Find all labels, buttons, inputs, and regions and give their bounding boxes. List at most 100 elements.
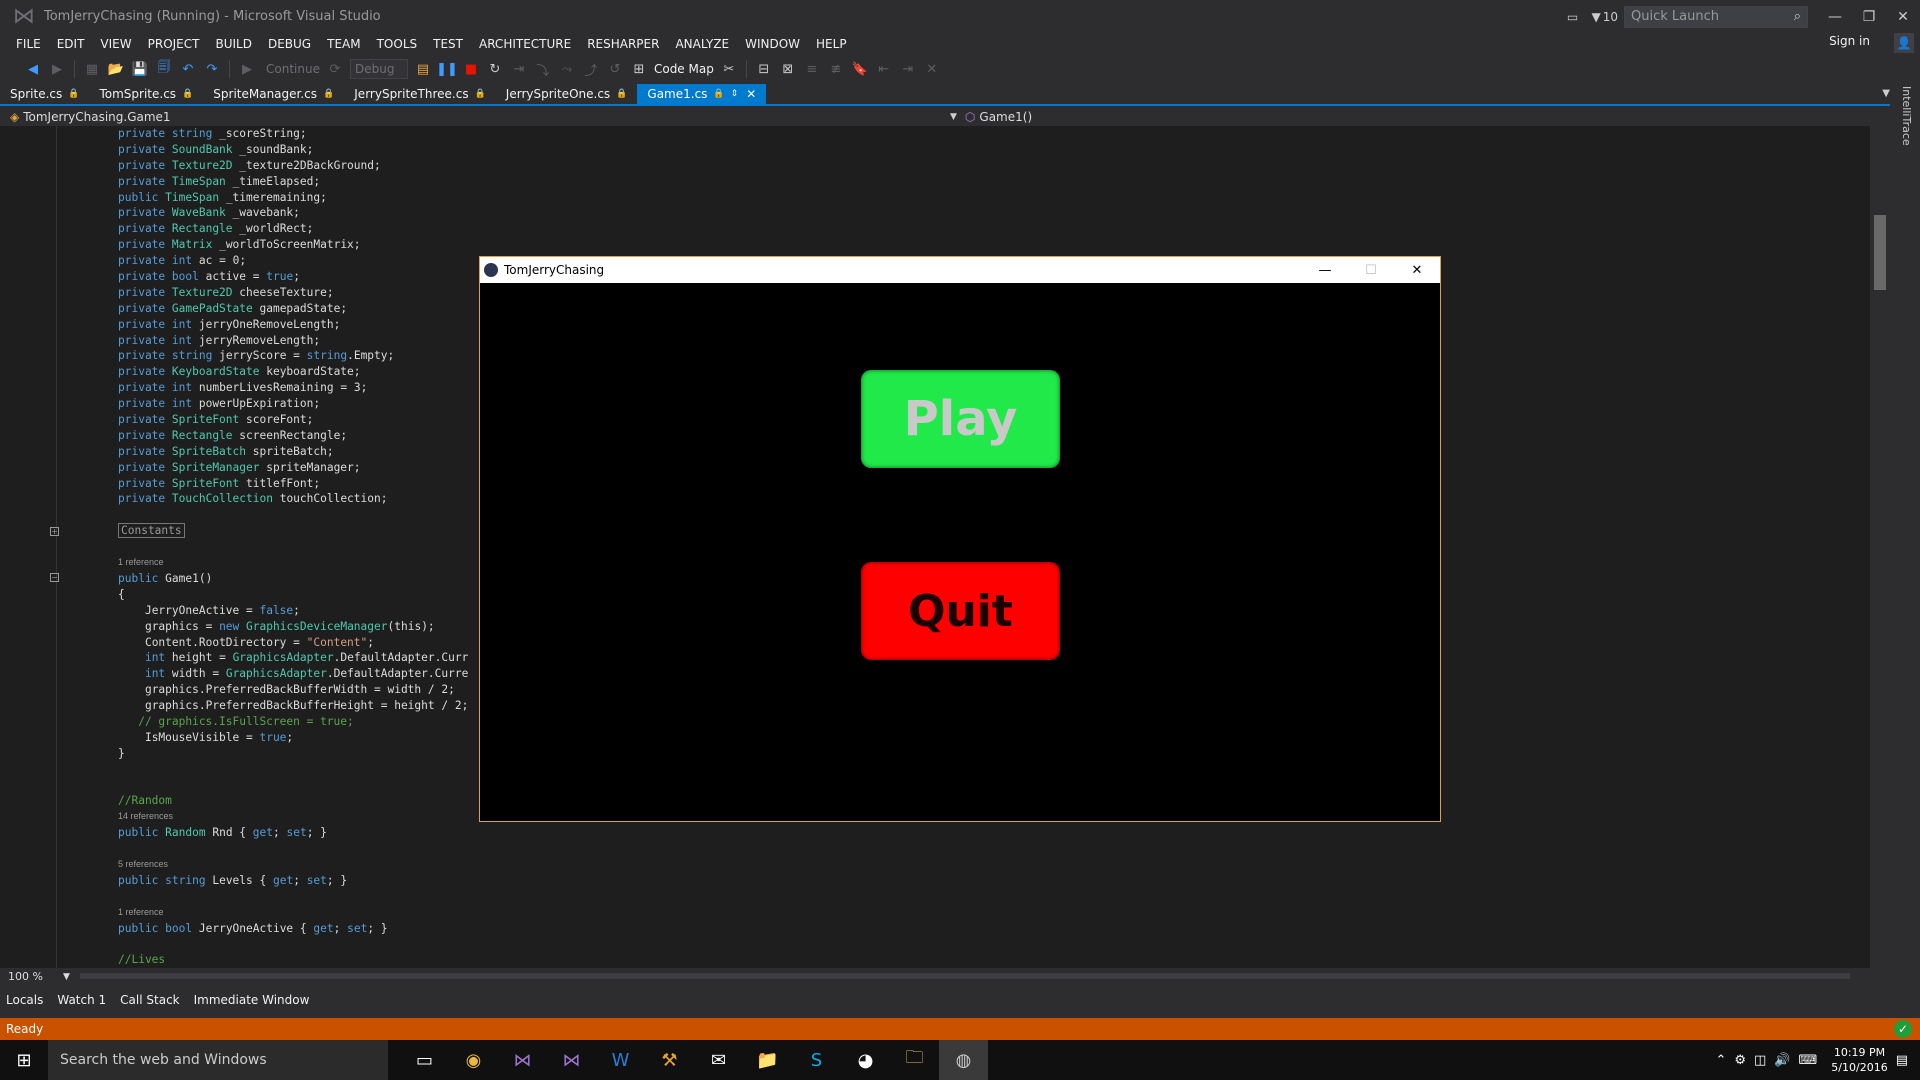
tab-immediate-window[interactable]: Immediate Window [194,993,310,1007]
user-account-icon[interactable]: 👤 [1894,33,1914,53]
code-line[interactable]: private Texture2D cheeseTexture; [118,285,468,301]
continue-button[interactable]: Continue [266,62,320,76]
tab-tomsprite[interactable]: TomSprite.cs 🔒 [89,84,203,104]
code-line[interactable]: 1 reference [118,555,468,571]
tab-locals[interactable]: Locals [6,993,43,1007]
code-line[interactable] [118,762,468,778]
code-line[interactable]: private TimeSpan _timeElapsed; [118,174,468,190]
step-over-icon[interactable]: ⤳ [558,60,576,78]
pin-icon[interactable]: 🔒 [68,89,79,99]
menu-resharper[interactable]: RESHARPER [579,37,667,51]
code-line[interactable] [118,936,468,952]
collapse-region-icon[interactable]: − [50,573,59,582]
file-explorer-icon[interactable]: 🗀 [890,1040,939,1080]
close-button[interactable]: ✕ [1394,257,1440,283]
keep-open-icon[interactable]: ⇕ [731,89,739,99]
keyboard-icon[interactable]: ⌨ [1799,1053,1818,1068]
save-icon[interactable]: 💾 [131,60,149,78]
save-all-icon[interactable]: 🗐 [155,60,173,78]
show-next-statement-icon[interactable]: ⇥ [510,60,528,78]
code-line[interactable]: graphics.PreferredBackBufferHeight = hei… [118,698,468,714]
tab-jerryspriteone[interactable]: JerrySpriteOne.cs 🔒 [496,84,638,104]
feedback-icon[interactable]: ▭ [1559,10,1585,24]
visual-studio-icon[interactable]: ⋈ [498,1040,547,1080]
step-out-icon[interactable]: ⤴ [582,60,600,79]
visual-studio-alt-icon[interactable]: ⋈ [547,1040,596,1080]
app-icon[interactable]: ◕ [841,1040,890,1080]
uncomment-icon[interactable]: ≢ [827,60,845,78]
menu-edit[interactable]: EDIT [49,37,93,51]
code-line[interactable]: public TimeSpan _timeremaining; [118,190,468,206]
menu-view[interactable]: VIEW [92,37,139,51]
menu-debug[interactable]: DEBUG [260,37,319,51]
member-dropdown[interactable]: ⬡ Game1() [965,110,1032,124]
minimize-button[interactable]: — [1302,257,1348,283]
restore-button[interactable]: ❐ [1852,0,1886,33]
word-icon[interactable]: W [596,1040,645,1080]
code-line[interactable]: private Matrix _worldToScreenMatrix; [118,237,468,253]
code-line[interactable]: private SpriteManager spriteManager; [118,460,468,476]
code-line[interactable]: public Random Rnd { get; set; } [118,825,468,841]
horizontal-scrollbar[interactable] [80,973,1850,979]
menu-window[interactable]: WINDOW [737,37,808,51]
code-line[interactable]: Constants [118,523,468,539]
forward-icon[interactable]: ▶ [48,60,66,78]
code-line[interactable]: JerryOneActive = false; [118,603,468,619]
task-view-icon[interactable]: ▭ [400,1040,449,1080]
menu-file[interactable]: FILE [8,37,49,51]
volume-icon[interactable]: 🔊 [1774,1053,1790,1068]
code-line[interactable]: private int jerryOneRemoveLength; [118,317,468,333]
code-text[interactable]: private string _scoreString; private Soun… [118,126,468,968]
continue-icon[interactable]: ▶ [238,60,256,78]
break-all-icon[interactable]: ❚❚ [436,60,458,78]
game-window[interactable]: TomJerryChasing — ☐ ✕ Play Quit [479,256,1441,822]
code-line[interactable]: private Texture2D _texture2DBackGround; [118,158,468,174]
code-line[interactable]: private bool active = true; [118,269,468,285]
tab-sprite[interactable]: Sprite.cs 🔒 [0,84,89,104]
minimize-button[interactable]: — [1818,0,1852,33]
code-line[interactable]: private WaveBank _wavebank; [118,205,468,221]
code-map-button[interactable]: Code Map [654,62,714,76]
code-line[interactable]: 14 references [118,809,468,825]
scrollbar-thumb[interactable] [1874,215,1886,290]
code-line[interactable]: 5 references [118,857,468,873]
close-button[interactable]: ✕ [1886,0,1920,33]
refresh-icon[interactable]: ⟳ [326,60,344,78]
type-dropdown[interactable]: ◈ TomJerryChasing.Game1 [0,110,950,124]
back-icon[interactable]: ◀ [24,60,42,78]
tab-game1[interactable]: Game1.cs 🔒 ⇕ ✕ [637,84,767,104]
code-line[interactable]: private SpriteFont titlefFont; [118,476,468,492]
code-line[interactable]: private int jerryRemoveLength; [118,333,468,349]
new-project-icon[interactable]: ▦ [83,60,101,78]
chevron-down-icon[interactable]: ▼ [63,972,70,982]
game-app-icon[interactable]: ◍ [939,1040,988,1080]
quit-button[interactable]: Quit [861,562,1060,660]
code-line[interactable]: //Random [118,793,468,809]
mail-icon[interactable]: ✉ [694,1040,743,1080]
taskbar-search-input[interactable]: Search the web and Windows [48,1040,388,1080]
code-line[interactable]: int width = GraphicsAdapter.DefaultAdapt… [118,666,468,682]
code-line[interactable]: private SoundBank _soundBank; [118,142,468,158]
code-line[interactable]: private string jerryScore = string.Empty… [118,348,468,364]
pin-icon[interactable]: 🔒 [475,89,486,99]
code-line[interactable]: graphics.PreferredBackBufferWidth = widt… [118,682,468,698]
expand-region-icon[interactable]: + [50,527,59,536]
stop-debugging-icon[interactable]: ■ [462,60,480,78]
redo-icon[interactable]: ↷ [203,60,221,78]
pin-icon[interactable]: 🔒 [182,89,193,99]
configuration-select[interactable]: Debug [349,59,408,79]
code-line[interactable]: //Lives [118,952,468,968]
open-file-icon[interactable]: 📂 [107,60,125,78]
code-line[interactable]: private SpriteBatch spriteBatch; [118,444,468,460]
menu-project[interactable]: PROJECT [140,37,208,51]
step-into-icon[interactable]: ⤵ [534,60,552,79]
pin-icon[interactable]: 🔒 [713,89,724,99]
menu-architecture[interactable]: ARCHITECTURE [471,37,579,51]
code-line[interactable]: private int powerUpExpiration; [118,396,468,412]
collapsed-region-label[interactable]: Constants [118,523,185,539]
code-line[interactable] [118,778,468,794]
menu-team[interactable]: TEAM [319,37,368,51]
code-line[interactable]: private Rectangle screenRectangle; [118,428,468,444]
code-line[interactable] [118,841,468,857]
hex-display-icon[interactable]: ⊟ [755,60,773,78]
